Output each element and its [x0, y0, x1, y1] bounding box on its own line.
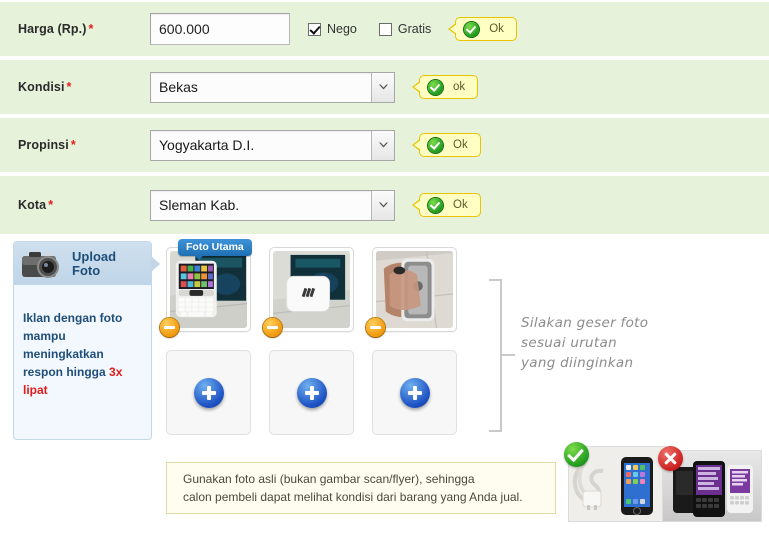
check-circle-icon — [464, 21, 480, 37]
form-row-propinsi: Propinsi * Yogyakarta D.I. Ok — [0, 118, 769, 172]
photo-note-box: Gunakan foto asli (bukan gambar scan/fly… — [166, 462, 556, 514]
harga-input[interactable] — [150, 13, 290, 45]
cross-circle-icon — [658, 446, 683, 471]
status-badge-kota: Ok — [412, 193, 481, 217]
check-circle-icon — [428, 197, 443, 213]
required-asterisk: * — [66, 80, 72, 94]
upload-body-line2: mampu meningkatkan — [23, 329, 104, 361]
add-photo-slot-2[interactable] — [269, 350, 354, 435]
photo-thumb-3-image — [376, 251, 453, 328]
photo-upload-area: Upload Foto Iklan dengan foto mampu meni… — [0, 238, 769, 542]
status-badge-harga-text: Ok — [489, 23, 504, 35]
status-badge-kota-text: Ok — [453, 199, 468, 211]
checkbox-gratis-label: Gratis — [397, 22, 432, 36]
checkbox-nego[interactable] — [308, 22, 321, 36]
minus-circle-icon[interactable] — [160, 318, 179, 337]
status-badge-harga: Ok — [448, 17, 517, 41]
required-asterisk: * — [48, 198, 54, 212]
good-example — [564, 442, 666, 522]
upload-panel-title: Upload Foto — [72, 248, 117, 278]
label-propinsi-text: Propinsi — [18, 138, 69, 152]
upload-body-line3: respon hingga — [23, 365, 110, 379]
upload-panel-body: Iklan dengan foto mampu meningkatkan res… — [14, 285, 151, 399]
photo-thumb-1-image — [170, 251, 247, 328]
photo-note-text: Gunakan foto asli (bukan gambar scan/fly… — [183, 472, 523, 504]
bracket-decoration — [489, 279, 502, 432]
kota-select-value: Sleman Kab. — [159, 197, 240, 213]
kondisi-select-value: Bekas — [159, 79, 198, 95]
form-row-kondisi: Kondisi * Bekas ok — [0, 60, 769, 114]
kota-select[interactable]: Sleman Kab. — [150, 189, 395, 221]
label-propinsi: Propinsi * — [0, 138, 150, 152]
check-circle-icon — [428, 79, 443, 95]
propinsi-select[interactable]: Yogyakarta D.I. — [150, 129, 395, 161]
form-row-kota: Kota * Sleman Kab. Ok — [0, 176, 769, 234]
photo-thumb-2[interactable] — [263, 247, 354, 337]
add-photo-slot-1[interactable] — [166, 350, 251, 435]
label-kondisi-text: Kondisi — [18, 80, 65, 94]
check-circle-icon — [428, 137, 443, 153]
chevron-down-icon[interactable] — [371, 190, 394, 220]
panel-pointer-icon — [151, 256, 160, 272]
main-photo-badge: Foto Utama — [178, 239, 252, 260]
photo-thumb-3[interactable] — [366, 247, 457, 337]
plus-circle-icon[interactable] — [399, 377, 430, 408]
upload-info-panel: Upload Foto Iklan dengan foto mampu meni… — [13, 241, 160, 440]
bad-example — [658, 446, 762, 522]
check-circle-icon — [564, 442, 589, 467]
label-harga-text: Harga (Rp.) — [18, 22, 87, 36]
propinsi-select-value: Yogyakarta D.I. — [159, 137, 255, 153]
add-photo-slot-3[interactable] — [372, 350, 457, 435]
minus-circle-icon[interactable] — [263, 318, 282, 337]
status-badge-propinsi: Ok — [412, 133, 481, 157]
form-row-harga: Harga (Rp.)* Nego Gratis Ok — [0, 2, 769, 56]
plus-circle-icon[interactable] — [193, 377, 224, 408]
upload-title-line2: Foto — [72, 262, 101, 278]
chevron-down-icon[interactable] — [371, 130, 394, 160]
upload-title-line1: Upload — [72, 248, 117, 264]
drag-photo-hint: Silakan geser foto sesuai urutan yang di… — [521, 315, 649, 371]
kondisi-select[interactable]: Bekas — [150, 71, 395, 103]
required-asterisk: * — [70, 138, 76, 152]
status-badge-kondisi: ok — [411, 75, 479, 99]
minus-circle-icon[interactable] — [366, 318, 385, 337]
harga-options: Nego Gratis — [308, 22, 431, 36]
camera-icon — [20, 247, 68, 281]
checkbox-nego-label: Nego — [327, 22, 357, 36]
bracket-tick — [502, 354, 515, 356]
plus-circle-icon[interactable] — [296, 377, 327, 408]
status-badge-kondisi-text: ok — [453, 81, 466, 93]
label-kota: Kota * — [0, 198, 150, 212]
upload-panel-header: Upload Foto — [14, 242, 160, 285]
label-kota-text: Kota — [18, 198, 47, 212]
required-asterisk: * — [88, 22, 94, 36]
label-kondisi: Kondisi * — [0, 80, 150, 94]
checkbox-gratis[interactable] — [378, 22, 392, 36]
upload-body-line1: Iklan dengan foto — [23, 311, 123, 325]
photo-thumb-1[interactable]: Foto Utama — [160, 239, 252, 337]
chevron-down-icon[interactable] — [371, 72, 394, 102]
status-badge-propinsi-text: Ok — [453, 139, 468, 151]
photo-thumb-2-image — [273, 251, 350, 328]
label-harga: Harga (Rp.) * — [0, 22, 150, 36]
